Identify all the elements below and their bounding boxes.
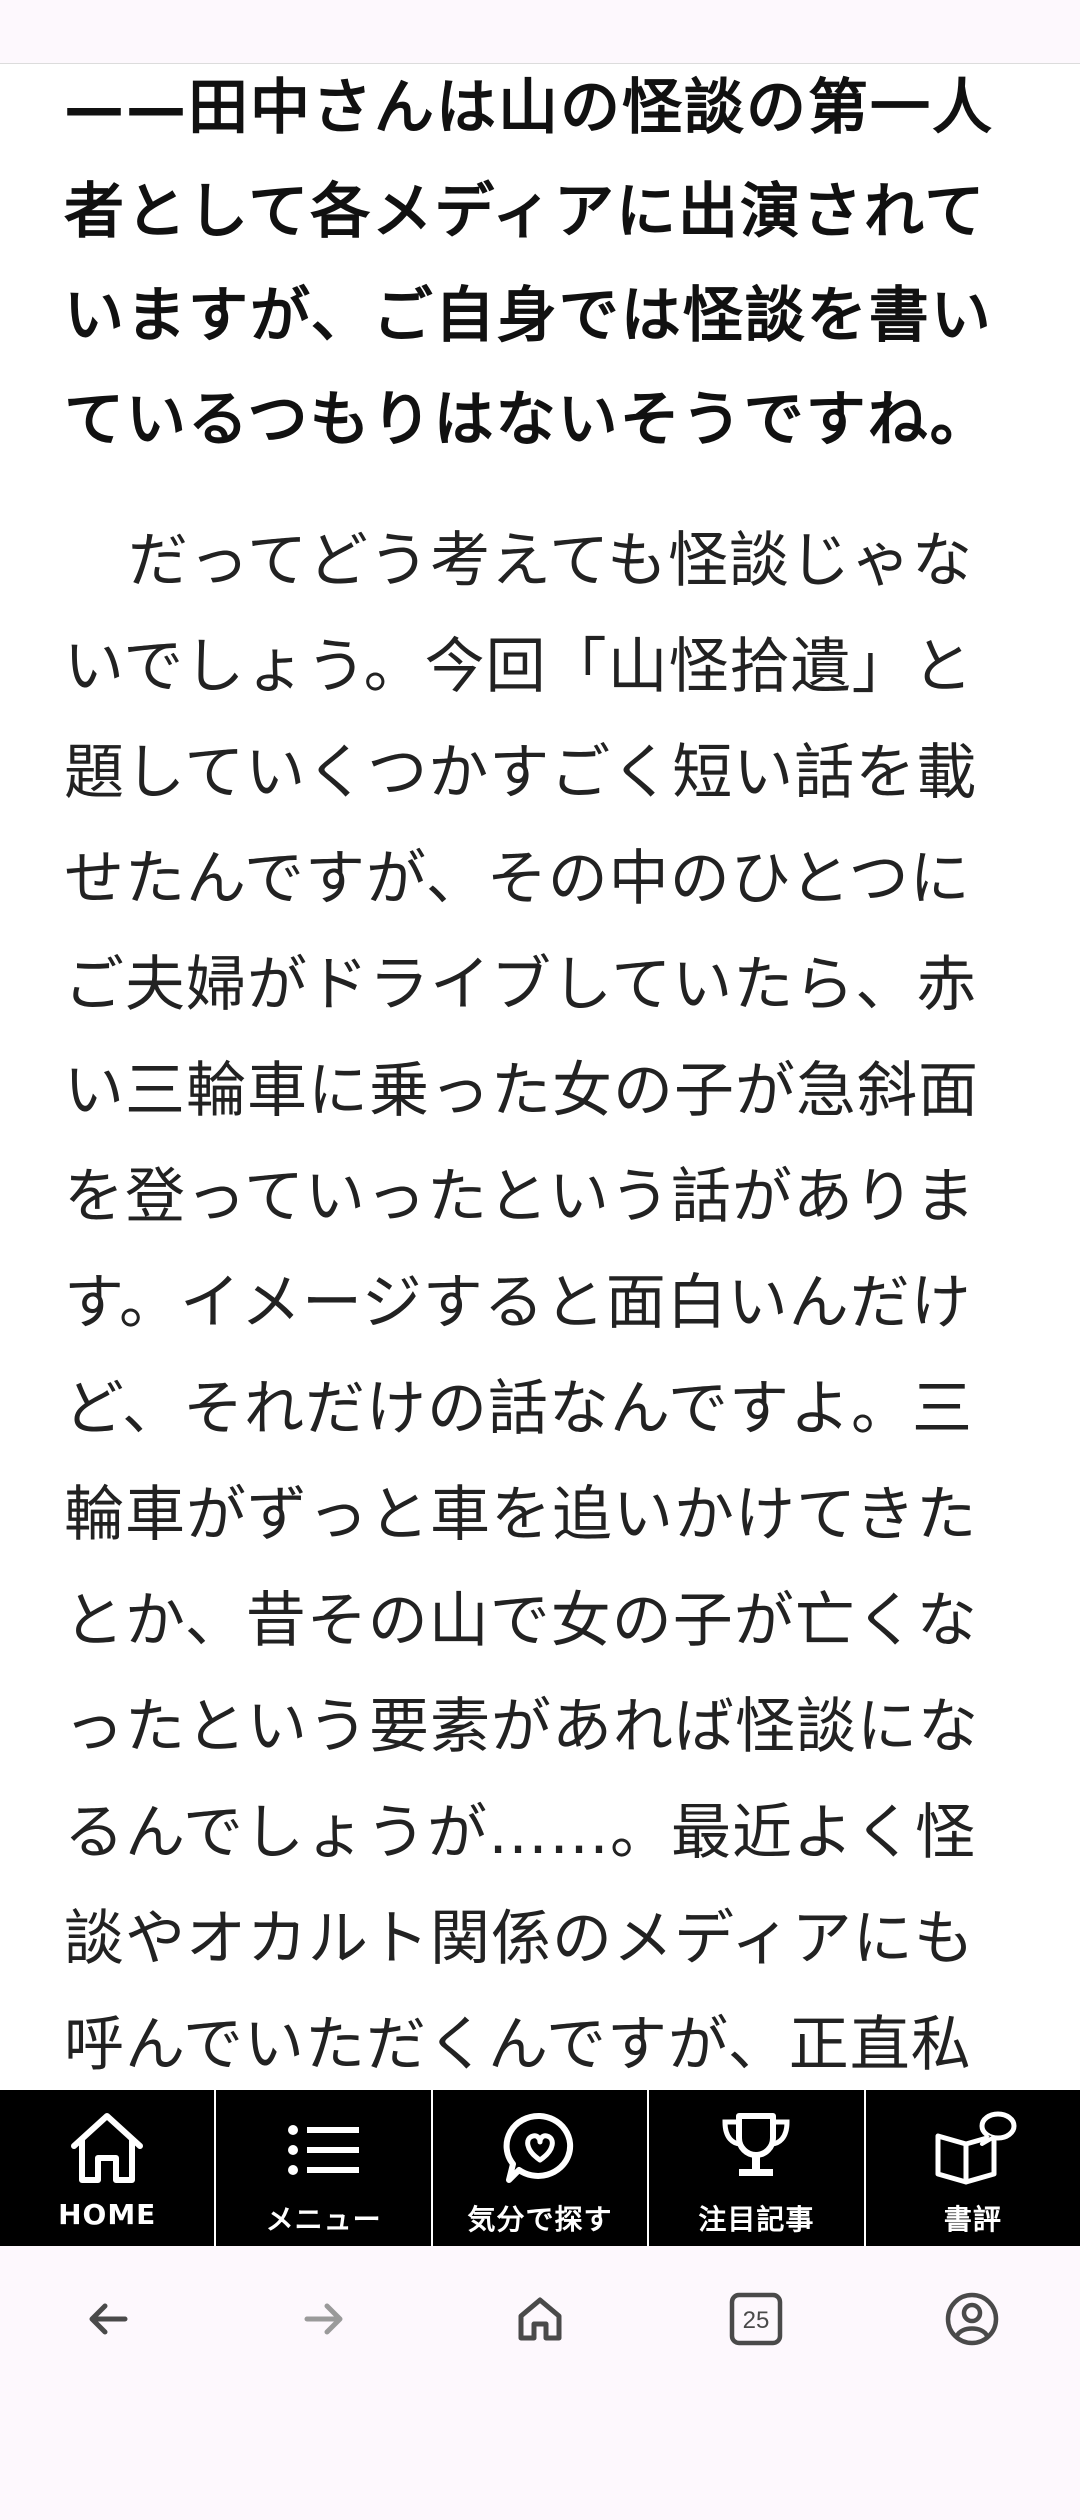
back-button[interactable] bbox=[53, 2264, 163, 2374]
back-arrow-icon bbox=[89, 2303, 128, 2335]
tabs-icon: 25 bbox=[729, 2292, 783, 2346]
tab-count: 25 bbox=[743, 2307, 770, 2334]
site-bottom-nav: HOME メニュー 気分で探す 注目記事 書評 bbox=[0, 2090, 1080, 2246]
nav-item-reviews[interactable]: 書評 bbox=[866, 2090, 1080, 2246]
account-button[interactable] bbox=[917, 2264, 1027, 2374]
top-strip bbox=[0, 0, 1080, 64]
system-gesture-area bbox=[0, 2392, 1080, 2520]
account-icon bbox=[945, 2292, 999, 2346]
interview-answer: だってどう考えても怪談じゃないでしょう。今回「山怪拾遺」と題していくつかすごく短… bbox=[64, 526, 979, 2080]
nav-item-home[interactable]: HOME bbox=[0, 2090, 217, 2246]
menu-icon bbox=[287, 2125, 359, 2175]
nav-item-menu[interactable]: メニュー bbox=[216, 2090, 433, 2246]
article-body: ——田中さんは山の怪談の第一人者として各メディアに出演されていますが、ご自身では… bbox=[64, 64, 1016, 2090]
interview-question: ——田中さんは山の怪談の第一人者として各メディアに出演されていますが、ご自身では… bbox=[64, 73, 994, 455]
tab-switcher-button[interactable]: 25 bbox=[701, 2264, 811, 2374]
nav-label-menu: メニュー bbox=[265, 2203, 382, 2236]
browser-toolbar: 25 bbox=[0, 2246, 1080, 2392]
nav-label-featured: 注目記事 bbox=[698, 2203, 815, 2236]
nav-item-featured[interactable]: 注目記事 bbox=[649, 2090, 866, 2246]
home-icon bbox=[518, 2297, 562, 2341]
nav-label-mood-search: 気分で探す bbox=[467, 2203, 613, 2236]
book-bubble-icon bbox=[935, 2111, 1017, 2185]
nav-item-mood-search[interactable]: 気分で探す bbox=[433, 2090, 650, 2246]
forward-arrow-icon bbox=[304, 2303, 343, 2335]
nav-label-reviews: 書評 bbox=[943, 2203, 1002, 2236]
trophy-icon bbox=[722, 2113, 790, 2176]
heart-bubble-icon bbox=[503, 2112, 574, 2183]
screen: ——田中さんは山の怪談の第一人者として各メディアに出演されていますが、ご自身では… bbox=[0, 0, 1080, 2520]
forward-button[interactable] bbox=[269, 2264, 379, 2374]
nav-label-home: HOME bbox=[58, 2198, 157, 2231]
browser-home-button[interactable] bbox=[485, 2264, 595, 2374]
home-icon bbox=[71, 2113, 144, 2183]
